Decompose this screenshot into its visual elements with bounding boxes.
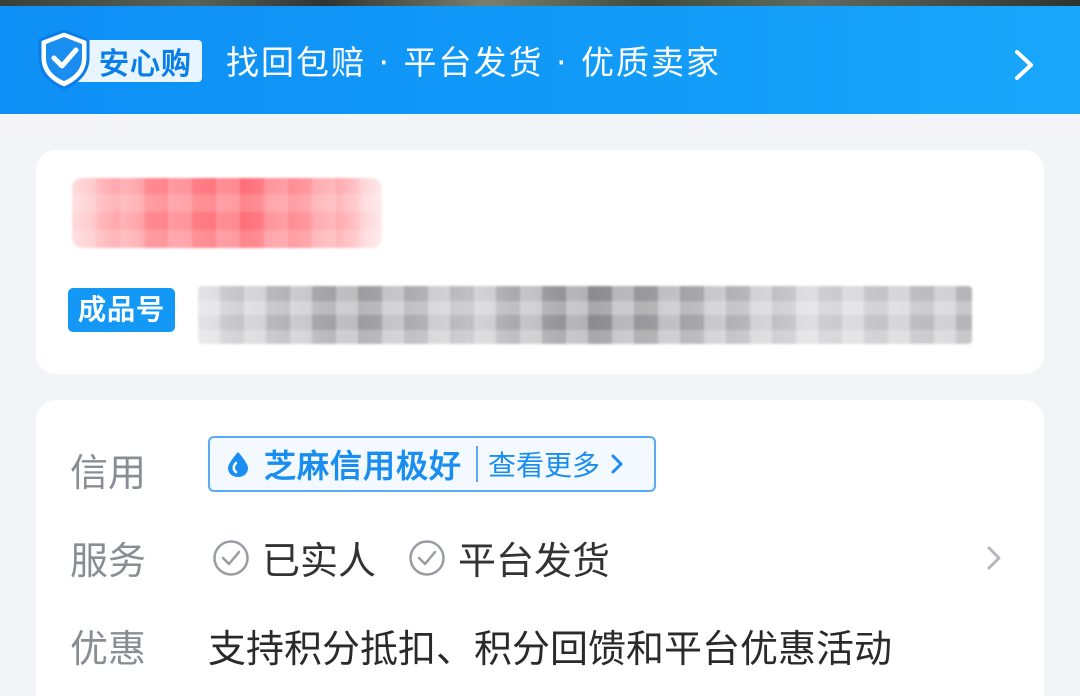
check-circle-icon [213, 539, 249, 576]
credit-value: 芝麻信用极好 [264, 447, 463, 485]
credit-divider [476, 446, 479, 482]
anxingou-badge: 安心购 [36, 28, 202, 90]
shield-check-icon [38, 29, 90, 90]
info-card: 信用 芝麻信用极好 查看更多 服务 已实人 平台发货 优惠 支持积分抵扣、积分回… [36, 400, 1044, 696]
service-label: 服务 [70, 539, 147, 583]
sesame-drop-icon [228, 452, 248, 477]
promo-text: 支持积分抵扣、积分回馈和平台优惠活动 [208, 627, 893, 671]
credit-badge[interactable]: 芝麻信用极好 查看更多 [208, 436, 656, 492]
badge-label: 安心购 [99, 47, 192, 82]
service-item-verified: 已实人 [212, 530, 376, 585]
product-title-redacted [72, 178, 382, 248]
assurance-banner[interactable]: 安心购 找回包赔 · 平台发货 · 优质卖家 [0, 6, 1080, 114]
product-number-tag: 成品号 [68, 288, 176, 332]
check-circle-icon [409, 539, 445, 576]
chevron-right-icon [611, 454, 623, 474]
credit-more-link[interactable]: 查看更多 [488, 444, 600, 484]
product-number-redacted [198, 286, 972, 344]
credit-label: 信用 [70, 451, 147, 495]
service-item-label: 已实人 [262, 539, 377, 583]
banner-text: 找回包赔 · 平台发货 · 优质卖家 [226, 43, 721, 82]
service-item-platform-shipping: 平台发货 [408, 530, 610, 585]
service-item-label: 平台发货 [458, 539, 611, 583]
promo-label: 优惠 [70, 627, 147, 671]
chevron-right-icon[interactable] [1012, 48, 1036, 82]
product-card: 成品号 [36, 150, 1044, 374]
chevron-right-icon[interactable] [986, 544, 1002, 572]
